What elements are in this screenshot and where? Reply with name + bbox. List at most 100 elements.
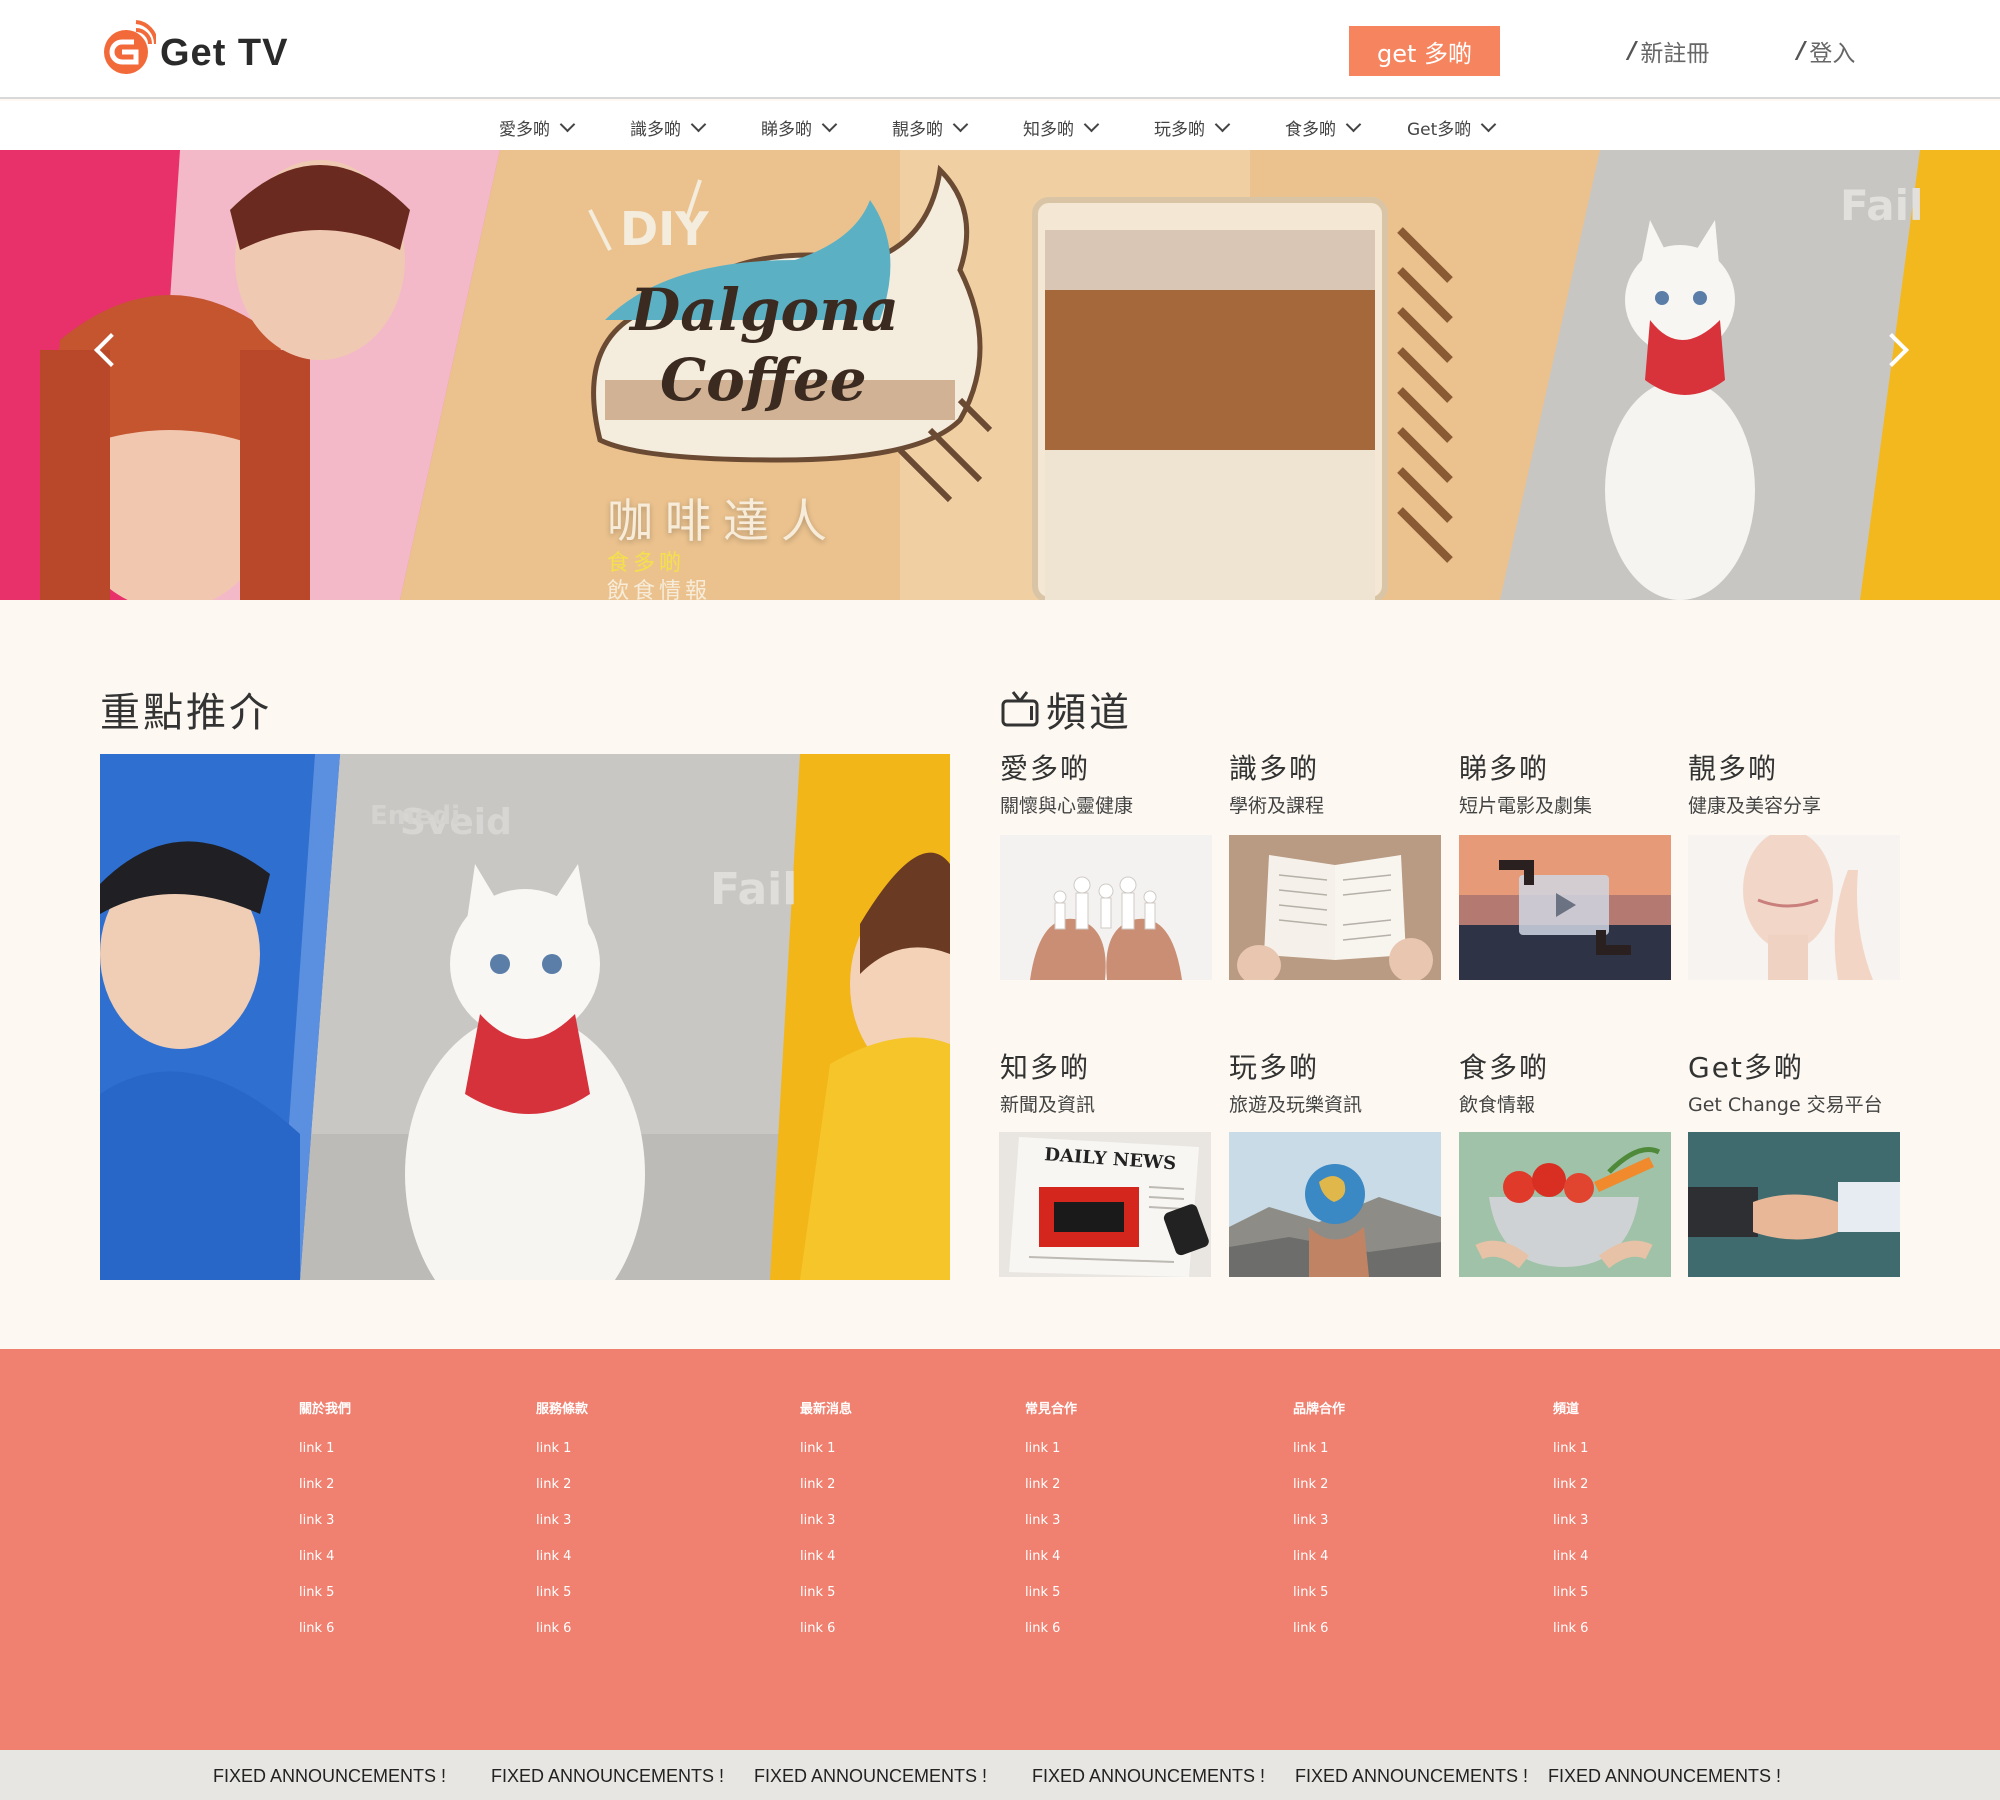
channels-title: 頻道 [1000, 680, 1132, 738]
footer-link[interactable]: link 3 [299, 1513, 351, 1549]
footer-link[interactable]: link 1 [1553, 1441, 1588, 1477]
footer-link[interactable]: link 2 [1553, 1477, 1588, 1513]
footer-link[interactable]: link 1 [536, 1441, 588, 1477]
nav-label: 知多啲 [1023, 120, 1074, 140]
footer-link[interactable]: link 5 [1293, 1585, 1345, 1621]
channel-ji[interactable]: 知多啲 新聞及資訊 [1000, 1046, 1214, 1117]
channels-title-label: 頻道 [1046, 690, 1132, 736]
chevron-down-icon [1481, 116, 1497, 133]
register-link[interactable]: / 新註冊 [1628, 34, 1709, 68]
footer-link[interactable]: link 2 [800, 1477, 852, 1513]
footer-link[interactable]: link 3 [536, 1513, 588, 1549]
footer-link[interactable]: link 6 [1025, 1621, 1077, 1657]
chevron-down-icon [1083, 116, 1100, 133]
channel-sik[interactable]: 識多啲 學術及課程 [1229, 747, 1443, 818]
chevron-down-icon [1214, 116, 1231, 133]
nav-item-tai[interactable]: 睇多啲 [761, 115, 838, 140]
channel-desc: 學術及課程 [1229, 795, 1325, 817]
footer-link[interactable]: link 4 [1025, 1549, 1077, 1585]
nav-item-ji[interactable]: 知多啲 [1023, 115, 1100, 140]
featured-image: Sveid Fail Emedi [100, 754, 950, 1280]
footer-link[interactable]: link 6 [299, 1621, 351, 1657]
channel-sik-food[interactable]: 食多啲 飲食情報 [1459, 1046, 1673, 1117]
nav-item-ai[interactable]: 愛多啲 [499, 115, 576, 140]
channel-thumb-waan[interactable] [1229, 1132, 1441, 1277]
channel-thumb-leng[interactable] [1688, 835, 1900, 980]
footer-link[interactable]: link 5 [299, 1585, 351, 1621]
channel-desc: 關懷與心靈健康 [1000, 795, 1134, 817]
footer-link[interactable]: link 1 [1293, 1441, 1345, 1477]
footer-link[interactable]: link 2 [1293, 1477, 1345, 1513]
footer-column: 頻道 link 1 link 2 link 3 link 4 link 5 li… [1553, 1398, 1588, 1657]
footer-link[interactable]: link 4 [1293, 1549, 1345, 1585]
footer-link[interactable]: link 6 [536, 1621, 588, 1657]
channel-thumb-sik-food[interactable] [1459, 1132, 1671, 1277]
footer-link[interactable]: link 1 [1025, 1441, 1077, 1477]
announcement-bar: FIXED ANNOUNCEMENTS ! FIXED ANNOUNCEMENT… [0, 1750, 2000, 1800]
login-link[interactable]: / 登入 [1797, 34, 1855, 68]
channel-name: 知多啲 [1000, 1051, 1091, 1084]
footer-column: 品牌合作 link 1 link 2 link 3 link 4 link 5 … [1293, 1398, 1345, 1657]
channel-thumb-tai[interactable] [1459, 835, 1671, 980]
featured-video[interactable]: Sveid Fail Emedi [100, 754, 950, 1280]
hands-family-image [1000, 835, 1212, 980]
channel-tai[interactable]: 睇多啲 短片電影及劇集 [1459, 747, 1673, 818]
footer-link[interactable]: link 3 [800, 1513, 852, 1549]
channel-get[interactable]: Get多啲 Get Change 交易平台 [1688, 1046, 1948, 1117]
nav-label: 玩多啲 [1154, 120, 1205, 140]
footer-link[interactable]: link 6 [800, 1621, 852, 1657]
sunset-frame-image [1459, 835, 1671, 980]
channel-thumb-ai[interactable] [1000, 835, 1212, 980]
nav-label: 睇多啲 [761, 120, 812, 140]
footer-link[interactable]: link 2 [1025, 1477, 1077, 1513]
channel-desc: 健康及美容分享 [1688, 795, 1822, 817]
site-header: Get TV get 多啲 / 新註冊 / 登入 [0, 0, 2000, 99]
footer-link[interactable]: link 2 [536, 1477, 588, 1513]
footer-link[interactable]: link 1 [299, 1441, 351, 1477]
footer-link[interactable]: link 5 [536, 1585, 588, 1621]
footer-link[interactable]: link 6 [1293, 1621, 1345, 1657]
hero-carousel[interactable]: DIY Dalgona Coffee Fail [0, 150, 2000, 600]
channel-thumb-ji[interactable]: DAILY NEWS [999, 1132, 1211, 1277]
hero-subtitle: 飲食情報 [607, 579, 712, 604]
hero-logo-line1: Dalgona [628, 276, 899, 344]
chevron-down-icon [690, 116, 707, 133]
footer-link[interactable]: link 1 [800, 1441, 852, 1477]
announcement-text: FIXED ANNOUNCEMENTS ! [1032, 1766, 1266, 1786]
nav-item-leng[interactable]: 靚多啲 [892, 115, 969, 140]
login-label: 登入 [1809, 41, 1856, 67]
footer-link[interactable]: link 6 [1553, 1621, 1588, 1657]
slash-icon: / [1797, 38, 1806, 64]
channel-waan[interactable]: 玩多啲 旅遊及玩樂資訊 [1229, 1046, 1443, 1117]
footer-link[interactable]: link 5 [1025, 1585, 1077, 1621]
newspaper-image: DAILY NEWS [999, 1132, 1211, 1277]
footer-link[interactable]: link 3 [1293, 1513, 1345, 1549]
footer-link[interactable]: link 3 [1553, 1513, 1588, 1549]
channel-leng[interactable]: 靚多啲 健康及美容分享 [1688, 747, 1902, 818]
hero-title: 咖啡達人 [607, 494, 839, 548]
channel-ai[interactable]: 愛多啲 關懷與心靈健康 [1000, 747, 1214, 818]
nav-item-sik-food[interactable]: 食多啲 [1285, 115, 1362, 140]
footer-link[interactable]: link 4 [800, 1549, 852, 1585]
site-logo[interactable]: Get TV [102, 18, 302, 78]
footer-link[interactable]: link 5 [800, 1585, 852, 1621]
nav-item-get[interactable]: Get多啲 [1407, 115, 1497, 140]
footer-link[interactable]: link 5 [1553, 1585, 1588, 1621]
nav-label: 識多啲 [630, 120, 681, 140]
chevron-down-icon [952, 116, 969, 133]
footer-link[interactable]: link 4 [536, 1549, 588, 1585]
footer-link[interactable]: link 4 [299, 1549, 351, 1585]
channel-thumb-sik[interactable] [1229, 835, 1441, 980]
footer-link[interactable]: link 4 [1553, 1549, 1588, 1585]
channel-thumb-get[interactable] [1688, 1132, 1900, 1277]
get-more-button[interactable]: get 多啲 [1349, 26, 1500, 76]
vegetable-bowl-image [1459, 1132, 1671, 1277]
nav-item-sik[interactable]: 識多啲 [630, 115, 707, 140]
footer-link[interactable]: link 2 [299, 1477, 351, 1513]
open-book-image [1229, 835, 1441, 980]
footer-column: 關於我們 link 1 link 2 link 3 link 4 link 5 … [299, 1398, 351, 1657]
footer-link[interactable]: link 3 [1025, 1513, 1077, 1549]
logo-mark-icon [104, 20, 156, 74]
nav-item-waan[interactable]: 玩多啲 [1154, 115, 1231, 140]
announcement-text: FIXED ANNOUNCEMENTS ! [1548, 1766, 1782, 1786]
